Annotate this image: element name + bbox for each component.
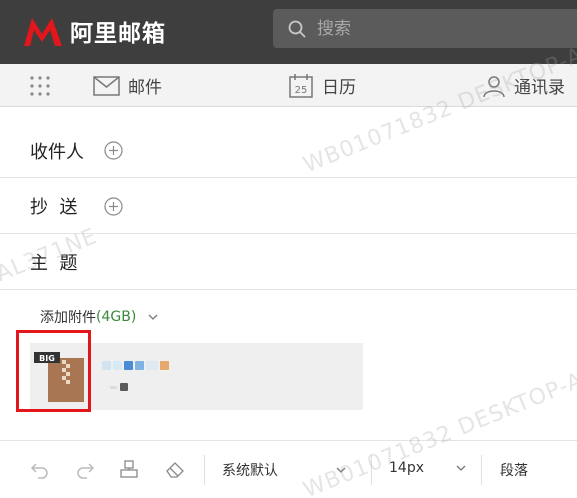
editor-toolbar: 系统默认 14px 段落	[0, 440, 577, 498]
subject-label: 主 题	[30, 253, 78, 274]
nav-item-mail[interactable]: 邮件	[93, 64, 162, 107]
font-family-value: 系统默认	[222, 463, 278, 479]
nav-item-calendar[interactable]: 25 日历	[288, 64, 356, 107]
toolbar-divider	[204, 455, 205, 485]
chevron-down-icon	[456, 465, 466, 471]
search-icon	[288, 20, 306, 38]
font-size-value: 14px	[389, 460, 424, 476]
attachment-size-limit: (4GB)	[96, 309, 137, 325]
add-recipient-icon[interactable]	[104, 141, 123, 160]
contacts-icon	[483, 75, 505, 97]
calendar-day: 25	[295, 85, 308, 96]
search-box[interactable]	[273, 9, 577, 48]
search-input[interactable]	[317, 13, 557, 44]
nav-item-contacts[interactable]: 通讯录	[482, 64, 565, 107]
toolbar-divider	[371, 455, 372, 485]
paragraph-select[interactable]: 段落	[500, 460, 528, 480]
attachment-name-redacted	[102, 361, 169, 370]
to-row[interactable]: 收件人	[0, 122, 577, 178]
to-label: 收件人	[30, 142, 84, 163]
toolbar-divider	[481, 455, 482, 485]
nav-item-calendar-label: 日历	[322, 78, 356, 98]
font-family-select[interactable]: 系统默认	[222, 460, 346, 480]
chevron-down-icon	[336, 467, 346, 473]
top-header: 阿里邮箱	[0, 0, 577, 64]
add-cc-icon[interactable]	[104, 197, 123, 216]
add-attachment-label: 添加附件	[40, 310, 96, 326]
paragraph-value: 段落	[500, 463, 528, 479]
cc-label: 抄 送	[30, 197, 78, 218]
eraser-icon[interactable]	[165, 459, 185, 479]
font-size-select[interactable]: 14px	[389, 460, 466, 476]
logo[interactable]: 阿里邮箱	[22, 14, 166, 48]
nav-item-contacts-label: 通讯录	[514, 78, 565, 98]
mail-icon	[93, 75, 120, 96]
aliyun-mail-logo-icon	[24, 18, 62, 46]
redo-icon[interactable]	[75, 459, 95, 479]
undo-icon[interactable]	[30, 459, 50, 479]
calendar-icon: 25	[289, 73, 313, 98]
subject-row[interactable]: 主 题	[0, 234, 577, 290]
app-grid-icon[interactable]	[29, 75, 51, 97]
nav-item-mail-label: 邮件	[128, 78, 162, 98]
attachment-size-redacted	[110, 383, 128, 391]
format-painter-icon[interactable]	[119, 459, 139, 479]
highlight-box	[16, 330, 91, 412]
cc-row[interactable]: 抄 送	[0, 178, 577, 234]
add-attachment-button[interactable]: 添加附件 (4GB)	[40, 307, 158, 327]
main-nav: 邮件 25 日历 通讯录	[0, 64, 577, 107]
chevron-down-icon[interactable]	[148, 313, 158, 321]
logo-text: 阿里邮箱	[70, 21, 166, 47]
